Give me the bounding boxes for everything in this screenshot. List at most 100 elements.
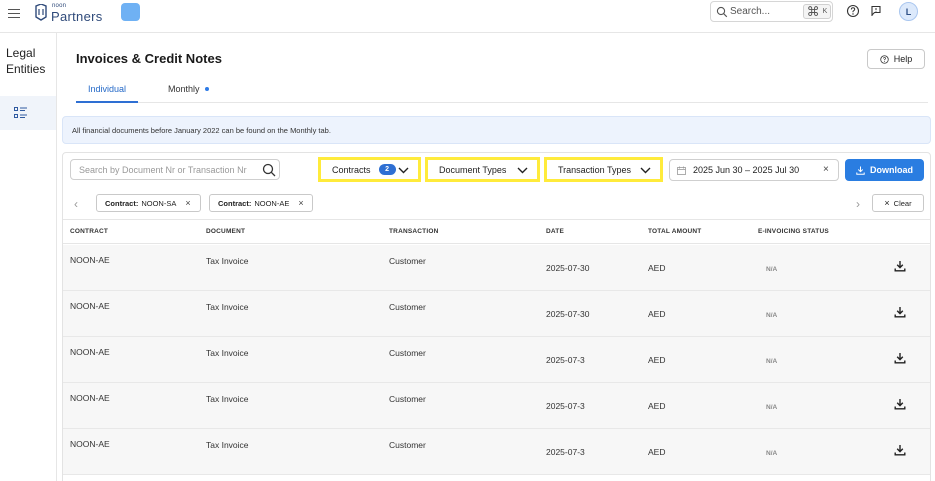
cell-date: 2025-07-3 [546, 401, 585, 411]
cell-e-invoicing-status: N/A [766, 266, 778, 273]
download-icon[interactable] [894, 352, 906, 364]
cell-contract: NOON-AE [70, 393, 110, 403]
help-label: Help [893, 54, 913, 64]
sidebar: Legal Entities [0, 33, 57, 481]
feedback-flag-icon[interactable] [869, 4, 883, 18]
cell-transaction: Customer [389, 302, 426, 312]
chip-key: Contract: [218, 198, 252, 208]
menu-icon[interactable] [8, 7, 20, 19]
download-label: Download [870, 165, 913, 175]
cell-contract: NOON-AE [70, 301, 110, 311]
contract-filter-chip: Contract: NOON-AE × [209, 194, 313, 212]
download-icon[interactable] [894, 444, 906, 456]
help-circle-icon[interactable] [846, 4, 860, 18]
logo-mark-icon [35, 4, 47, 21]
cell-transaction: Customer [389, 348, 426, 358]
chip-remove-icon[interactable]: × [298, 198, 303, 208]
search-icon[interactable] [262, 163, 276, 177]
cell-contract: NOON-AE [70, 439, 110, 449]
page-title: Invoices & Credit Notes [76, 51, 222, 66]
sidebar-title: Legal Entities [6, 46, 46, 76]
chip-key: Contract: [105, 198, 139, 208]
download-icon[interactable] [894, 306, 906, 318]
contracts-filter-label: Contracts [332, 164, 371, 175]
cell-total-amount: AED [648, 401, 666, 411]
table-row[interactable]: NOON-AE Tax Invoice Customer 2025-07-3 A… [63, 337, 930, 383]
help-button[interactable]: Help [867, 49, 925, 69]
table-header: CONTRACT DOCUMENT TRANSACTION DATE TOTAL… [63, 219, 930, 244]
clear-filters-button[interactable]: × Clear [872, 194, 924, 212]
chevron-right-icon[interactable]: › [856, 197, 860, 211]
contract-filter-chip: Contract: NOON-SA × [96, 194, 201, 212]
column-header-transaction: TRANSACTION [389, 228, 439, 235]
download-icon [856, 166, 865, 175]
chevron-down-icon [398, 167, 409, 174]
transaction-types-filter-dropdown[interactable]: Transaction Types [544, 157, 663, 182]
cell-date: 2025-07-30 [546, 309, 590, 319]
contracts-count-badge: 2 [378, 164, 396, 175]
cell-date: 2025-07-30 [546, 263, 590, 273]
cell-e-invoicing-status: N/A [766, 358, 778, 365]
cell-document: Tax Invoice [206, 348, 249, 358]
table-row[interactable]: NOON-AE Tax Invoice Customer 2025-07-30 … [63, 245, 930, 291]
active-tab-indicator [76, 101, 138, 103]
cell-total-amount: AED [648, 309, 666, 319]
date-range-value: 2025 Jun 30 – 2025 Jul 30 [693, 165, 800, 175]
contracts-filter-dropdown[interactable]: Contracts 2 [318, 157, 421, 182]
download-button[interactable]: Download [845, 159, 924, 181]
cell-contract: NOON-AE [70, 255, 110, 265]
transaction-types-filter-label: Transaction Types [558, 164, 632, 175]
tab-monthly[interactable]: Monthly [168, 84, 200, 94]
chip-remove-icon[interactable]: × [185, 198, 190, 208]
help-icon [880, 54, 889, 64]
clear-label: Clear [893, 198, 912, 208]
noon-partners-logo[interactable]: noon Partners [34, 2, 104, 26]
cell-e-invoicing-status: N/A [766, 404, 778, 411]
cell-transaction: Customer [389, 440, 426, 450]
logo-main-text: Partners [51, 9, 103, 24]
column-header-contract: CONTRACT [70, 228, 109, 235]
cell-total-amount: AED [648, 447, 666, 457]
column-header-date: DATE [546, 228, 565, 235]
cell-e-invoicing-status: N/A [766, 312, 778, 319]
download-icon[interactable] [894, 398, 906, 410]
search-icon [716, 6, 728, 18]
column-header-document: DOCUMENT [206, 228, 246, 235]
search-shortcut: ⌘ K [803, 4, 831, 19]
info-banner: All financial documents before January 2… [62, 116, 931, 144]
chevron-down-icon [517, 167, 528, 174]
cell-total-amount: AED [648, 355, 666, 365]
chevron-down-icon [640, 167, 651, 174]
document-search-input[interactable]: Search by Document Nr or Transaction Nr [70, 159, 280, 180]
calendar-icon [677, 166, 686, 175]
document-types-filter-dropdown[interactable]: Document Types [425, 157, 540, 182]
cell-document: Tax Invoice [206, 440, 249, 450]
column-header-e-invoicing-status: E-INVOICING STATUS [758, 228, 829, 235]
document-types-filter-label: Document Types [439, 164, 507, 175]
tab-individual[interactable]: Individual [88, 84, 126, 94]
table-row[interactable]: NOON-AE Tax Invoice Customer 2025-07-3 A… [63, 383, 930, 429]
cell-transaction: Customer [389, 394, 426, 404]
table-row[interactable]: NOON-AE Tax Invoice Customer 2025-07-3 A… [63, 429, 930, 475]
table-row[interactable]: NOON-AE Tax Invoice Customer 2025-07-30 … [63, 291, 930, 337]
cell-document: Tax Invoice [206, 302, 249, 312]
date-clear-icon[interactable]: × [823, 164, 829, 175]
global-search-placeholder: Search... [730, 6, 771, 17]
cell-total-amount: AED [648, 263, 666, 273]
list-icon [14, 107, 27, 118]
app-badge-icon[interactable] [121, 3, 140, 21]
user-avatar[interactable]: L [899, 2, 918, 21]
cell-date: 2025-07-3 [546, 355, 585, 365]
global-search-input[interactable]: Search... ⌘ K [710, 1, 833, 22]
date-range-picker[interactable]: 2025 Jun 30 – 2025 Jul 30 × [669, 159, 839, 181]
info-banner-text: All financial documents before January 2… [72, 126, 331, 135]
cell-transaction: Customer [389, 256, 426, 266]
command-icon: ⌘ [806, 3, 820, 19]
download-icon[interactable] [894, 260, 906, 272]
sidebar-item-invoices[interactable] [0, 96, 56, 130]
column-header-total-amount: TOTAL AMOUNT [648, 228, 702, 235]
chevron-left-icon[interactable]: ‹ [74, 197, 78, 211]
chip-value: NOON-AE [254, 198, 290, 208]
cell-date: 2025-07-3 [546, 447, 585, 457]
chip-value: NOON-SA [141, 198, 177, 208]
